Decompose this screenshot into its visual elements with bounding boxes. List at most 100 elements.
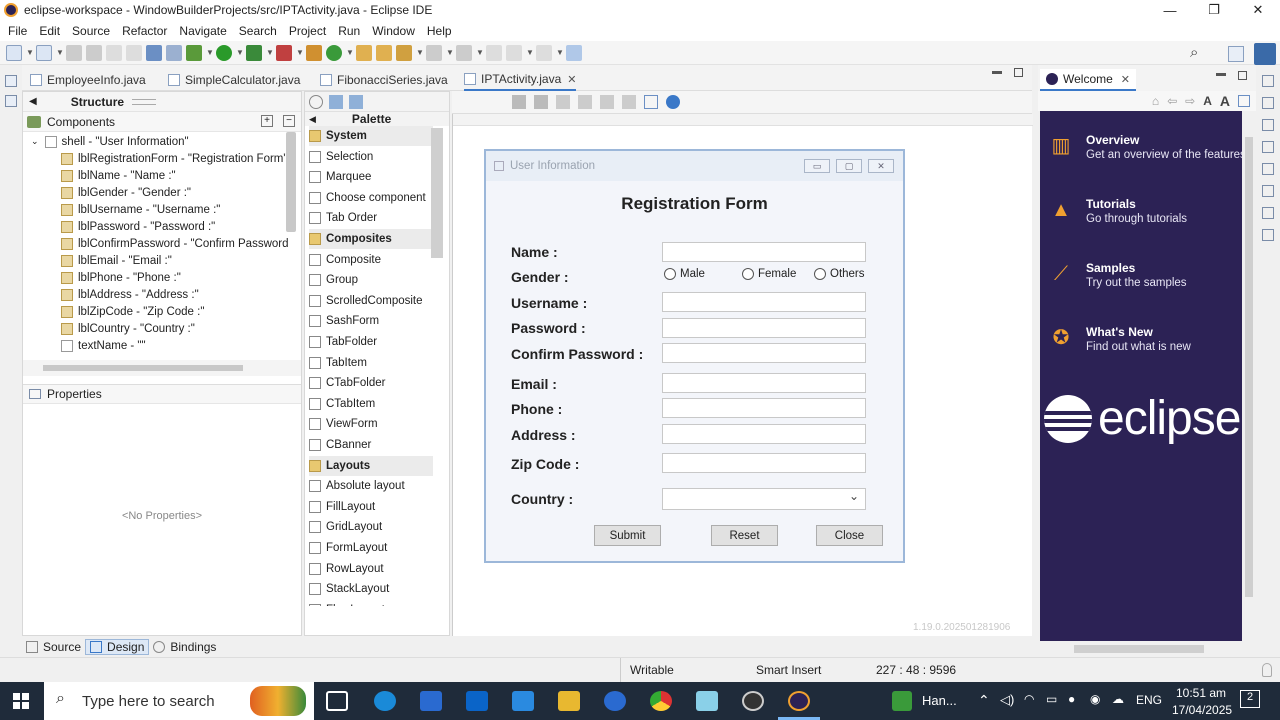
- vscroll-thumb[interactable]: [1245, 137, 1253, 597]
- palette-item[interactable]: Group: [309, 270, 433, 290]
- clock-date[interactable]: 17/04/2025: [1172, 703, 1232, 717]
- chrome-icon[interactable]: [650, 691, 672, 711]
- palette-item[interactable]: CTabItem: [309, 394, 433, 414]
- mic-icon[interactable]: ●: [1068, 692, 1075, 706]
- palette-item[interactable]: GridLayout: [309, 517, 433, 537]
- status-insert-mode[interactable]: Smart Insert: [756, 663, 821, 677]
- tree-node[interactable]: textName - "": [61, 337, 146, 354]
- open-perspective-icon[interactable]: [1228, 46, 1244, 62]
- tree-vscrollbar[interactable]: [286, 132, 296, 232]
- form-close-icon[interactable]: ✕: [868, 159, 894, 173]
- windows-start-icon[interactable]: [13, 693, 29, 709]
- cloud-icon[interactable]: ☁: [1112, 692, 1124, 706]
- redo-icon[interactable]: [534, 95, 548, 109]
- taskbar-search[interactable]: ⌕ Type here to search: [44, 682, 314, 720]
- new-icon[interactable]: [6, 44, 22, 61]
- country-dropdown[interactable]: ⌄: [662, 488, 866, 510]
- minimize-view-icon[interactable]: [1216, 73, 1226, 76]
- notes-icon[interactable]: [696, 691, 718, 711]
- palette-item[interactable]: Absolute layout: [309, 476, 433, 496]
- tab-iptactivity[interactable]: IPTActivity.java ✕: [464, 69, 577, 91]
- tree-node[interactable]: lblConfirmPassword - "Confirm Password: [61, 235, 289, 252]
- menu-help[interactable]: Help: [421, 24, 458, 38]
- palette-item[interactable]: ViewForm: [309, 414, 433, 434]
- volume-icon[interactable]: ◁): [1000, 692, 1014, 708]
- form-maximize-icon[interactable]: ▢: [836, 159, 862, 173]
- expand-all-icon[interactable]: +: [261, 115, 273, 127]
- tab-welcome[interactable]: Welcome ✕: [1040, 69, 1137, 91]
- delete-icon[interactable]: [622, 95, 636, 109]
- tree-node[interactable]: lblZipCode - "Zip Code :": [61, 303, 204, 320]
- task-view-icon[interactable]: [326, 691, 348, 711]
- weather-text[interactable]: Han...: [922, 693, 957, 708]
- forward-icon[interactable]: [536, 44, 552, 61]
- welcome-whats-new[interactable]: ✪ What's New Find out what is new: [1048, 325, 1191, 353]
- minimize-editor-icon[interactable]: [992, 71, 1002, 74]
- palette-item[interactable]: ScrolledComposite: [309, 291, 433, 311]
- tree-node[interactable]: lblAddress - "Address :": [61, 286, 199, 303]
- welcome-hscrollbar[interactable]: [1040, 641, 1242, 657]
- menu-navigate[interactable]: Navigate: [173, 24, 232, 38]
- form-minimize-icon[interactable]: ▭: [804, 159, 830, 173]
- last-edit-icon[interactable]: [486, 44, 502, 61]
- undo-icon[interactable]: [512, 95, 526, 109]
- palette-item[interactable]: StackLayout: [309, 579, 433, 599]
- palette-item[interactable]: FillLayout: [309, 497, 433, 517]
- palette-category[interactable]: System: [309, 126, 433, 146]
- name-field[interactable]: [662, 242, 866, 262]
- source-tab[interactable]: Source: [22, 640, 85, 654]
- phone-field[interactable]: [662, 398, 866, 418]
- new-class-icon[interactable]: [326, 44, 342, 61]
- edge-icon[interactable]: [374, 691, 396, 711]
- file-explorer-icon[interactable]: [558, 691, 580, 711]
- close-tab-icon[interactable]: ✕: [1121, 73, 1130, 86]
- eclipse-taskbar-icon[interactable]: [788, 691, 810, 711]
- tab-employeeinfo[interactable]: EmployeeInfo.java: [30, 69, 146, 91]
- gender-male-radio[interactable]: Male: [664, 268, 705, 280]
- weather-icon[interactable]: [892, 691, 912, 711]
- tree-node[interactable]: lblUsername - "Username :": [61, 201, 220, 218]
- skip-breakpoints-icon[interactable]: [166, 44, 182, 61]
- username-field[interactable]: [662, 292, 866, 312]
- palette-item[interactable]: FlowLayout: [309, 600, 433, 606]
- tree-expand-icon[interactable]: ⌄: [31, 136, 39, 147]
- maximize-editor-icon[interactable]: [1014, 68, 1023, 77]
- undo-icon[interactable]: [106, 44, 122, 61]
- recording-icon[interactable]: ◉: [1090, 692, 1100, 706]
- external-tools-icon[interactable]: [276, 44, 292, 61]
- open-type-icon[interactable]: [356, 44, 372, 61]
- password-field[interactable]: [662, 318, 866, 338]
- menu-file[interactable]: File: [2, 24, 33, 38]
- problems-icon[interactable]: [1262, 141, 1274, 153]
- restore-button[interactable]: ❐: [1192, 0, 1236, 20]
- hscroll-thumb[interactable]: [43, 365, 243, 371]
- package-explorer-icon[interactable]: [5, 95, 17, 107]
- console-icon[interactable]: [1262, 207, 1274, 219]
- vscode-icon[interactable]: [512, 691, 534, 711]
- tab-fibonacciseries[interactable]: FibonacciSeries.java: [320, 69, 448, 91]
- tip-icon[interactable]: [1262, 663, 1272, 677]
- hscroll-thumb[interactable]: [1074, 645, 1204, 653]
- menu-window[interactable]: Window: [366, 24, 421, 38]
- tree-node-shell[interactable]: ⌄ shell - "User Information": [31, 133, 189, 150]
- palette-item[interactable]: Composite: [309, 250, 433, 270]
- copy-icon[interactable]: [578, 95, 592, 109]
- refresh-icon[interactable]: [309, 94, 323, 109]
- declaration-icon[interactable]: [1262, 185, 1274, 197]
- task-list-icon[interactable]: [1262, 119, 1274, 131]
- address-field[interactable]: [662, 424, 866, 444]
- back-icon[interactable]: [506, 44, 522, 61]
- menu-run[interactable]: Run: [332, 24, 366, 38]
- submit-button[interactable]: Submit: [594, 525, 661, 546]
- redo-icon[interactable]: [126, 44, 142, 61]
- menu-refactor[interactable]: Refactor: [116, 24, 173, 38]
- welcome-overview[interactable]: ▥ Overview Get an overview of the feature…: [1048, 133, 1242, 161]
- progress-icon[interactable]: [1262, 229, 1274, 241]
- tree-node[interactable]: lblPhone - "Phone :": [61, 269, 181, 286]
- coverage-icon[interactable]: [246, 44, 262, 61]
- form-window[interactable]: User Information ▭ ▢ ✕ Registration Form…: [484, 149, 905, 563]
- reset-button[interactable]: Reset: [711, 525, 778, 546]
- close-tab-icon[interactable]: ✕: [567, 73, 576, 86]
- terminal-icon[interactable]: [146, 44, 162, 61]
- palette-item[interactable]: Marquee: [309, 167, 433, 187]
